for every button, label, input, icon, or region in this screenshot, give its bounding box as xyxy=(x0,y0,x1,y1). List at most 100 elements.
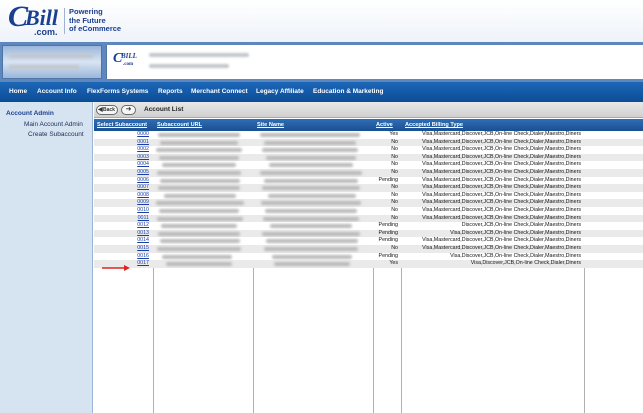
mini-logo-com: .com xyxy=(123,62,134,67)
subaccount-link[interactable]: 0015 xyxy=(94,245,152,253)
subaccount-link[interactable]: 0010 xyxy=(94,207,152,215)
table-row[interactable]: 0017 Yes Visa,Discover,JCB,On-line Check,D… xyxy=(94,260,643,268)
account-info-box xyxy=(2,45,102,79)
subaccount-link[interactable]: 0008 xyxy=(94,192,152,200)
active-status: Pending xyxy=(378,229,398,236)
billing-types: Visa,Mastercard,Discover,JCB,On-line Che… xyxy=(422,176,581,183)
billing-types: Visa,Discover,JCB,On-line Check,Dialer,M… xyxy=(450,229,581,236)
table-row[interactable]: 0005 No Visa,Mastercard,Discover,JCB,On-li… xyxy=(94,169,643,177)
sidebar-item-main-account-admin[interactable]: Main Account Admin xyxy=(24,121,83,128)
subaccount-link[interactable]: 0004 xyxy=(94,161,152,169)
tagline-line-3: of eCommerce xyxy=(69,24,122,33)
billing-types: Visa,Discover,JCB,On-line Check,Dialer,D… xyxy=(470,260,581,267)
redacted-url xyxy=(157,247,241,251)
table-row[interactable]: 0009 No Visa,Mastercard,Discover,JCB,On-li… xyxy=(94,199,643,207)
table-row[interactable]: 0014 Pending Visa,Mastercard,Discover,JCB,… xyxy=(94,237,643,245)
subaccount-link[interactable]: 0000 xyxy=(94,131,152,139)
nav-education-marketing[interactable]: Education & Marketing xyxy=(313,82,383,102)
back-arrow-icon: ◀ xyxy=(98,107,103,113)
table-row[interactable]: 0006 Pending Visa,Mastercard,Discover,JCB,… xyxy=(94,176,643,185)
subaccount-link[interactable]: 0016 xyxy=(94,253,152,261)
redacted-site-name xyxy=(272,254,352,259)
active-status: Pending xyxy=(378,237,398,244)
active-status: No xyxy=(391,214,398,221)
redacted-url xyxy=(162,254,232,259)
redacted-url xyxy=(158,133,240,137)
nav-legacy-affiliate[interactable]: Legacy Affiliate xyxy=(256,82,304,102)
redacted-url xyxy=(166,262,232,267)
subaccount-link[interactable]: 0005 xyxy=(94,169,152,177)
table-row[interactable]: 0000 Yes Visa,Mastercard,Discover,JCB,On-l… xyxy=(94,131,643,139)
column-header-select-subaccount[interactable]: Select Subaccount xyxy=(97,119,154,131)
table-row[interactable]: 0007 No Visa,Mastercard,Discover,JCB,On-li… xyxy=(94,184,643,192)
table-row[interactable]: 0003 No Visa,Mastercard,Discover,JCB,On-li… xyxy=(94,153,643,162)
nav-reports[interactable]: Reports xyxy=(158,82,183,102)
active-status: No xyxy=(391,169,398,175)
sidebar-heading: Account Admin xyxy=(6,110,54,117)
subaccount-link[interactable]: 0011 xyxy=(94,215,152,223)
ccbill-logo[interactable]: C Bill .com. xyxy=(8,0,64,40)
table-row[interactable]: 0015 No Visa,Mastercard,Discover,JCB,On-li… xyxy=(94,245,643,253)
redacted-text xyxy=(149,53,249,57)
redacted-site-name xyxy=(270,224,352,229)
nav-merchant-connect[interactable]: Merchant Connect xyxy=(191,82,248,102)
nav-home[interactable]: Home xyxy=(9,82,27,102)
redacted-url xyxy=(158,186,240,191)
table-row[interactable]: 0002 No Visa,Mastercard,Discover,JCB,On-li… xyxy=(94,146,643,154)
redacted-site-name xyxy=(262,186,360,191)
redacted-url xyxy=(160,140,238,145)
content-area: ◀ Back ➜ Account List Select Subaccount … xyxy=(94,102,643,413)
redacted-site-name xyxy=(264,140,356,145)
active-status: No xyxy=(391,199,398,206)
subaccount-link[interactable]: 0009 xyxy=(94,199,152,207)
back-button[interactable]: ◀ Back xyxy=(96,105,118,115)
subaccount-link[interactable]: 0012 xyxy=(94,222,152,230)
forward-button[interactable]: ➜ xyxy=(121,105,136,115)
subaccount-link[interactable]: 0013 xyxy=(94,230,152,238)
main-nav: Home Account Info FlexForms Systems Repo… xyxy=(0,82,643,102)
redacted-site-name xyxy=(266,155,356,160)
column-header-site-name[interactable]: Site Name xyxy=(257,119,371,131)
redacted-url xyxy=(160,178,240,183)
mini-logo-bill: BILL xyxy=(121,52,137,60)
redacted-site-name xyxy=(260,133,360,137)
table-row[interactable]: 0001 No Visa,Mastercard,Discover,JCB,On-li… xyxy=(94,138,643,147)
billing-types: Discover,JCB,On-line Check,Dialer,Maestr… xyxy=(461,222,581,229)
redacted-url xyxy=(156,201,244,206)
subaccount-link[interactable]: 0002 xyxy=(94,146,152,154)
table-row[interactable]: 0012 Pending Discover,JCB,On-line Check,Di… xyxy=(94,222,643,230)
subaccount-link[interactable]: 0001 xyxy=(94,139,152,147)
page-title: Account List xyxy=(144,106,184,113)
subaccount-link[interactable]: 0006 xyxy=(94,177,152,185)
active-status: Yes xyxy=(389,131,398,137)
brand-tagline: Powering the Future of eCommerce xyxy=(69,7,122,34)
nav-flexforms-systems[interactable]: FlexForms Systems xyxy=(87,82,148,102)
redacted-url xyxy=(162,163,236,168)
table-row[interactable]: 0008 No Visa,Mastercard,Discover,JCB,On-li… xyxy=(94,191,643,200)
sidebar-item-create-subaccount[interactable]: Create Subaccount xyxy=(28,131,84,138)
subaccount-link[interactable]: 0003 xyxy=(94,154,152,162)
table-row[interactable]: 0004 No Visa,Mastercard,Discover,JCB,On-li… xyxy=(94,161,643,169)
table-row[interactable]: 0013 Pending Visa,Discover,JCB,On-line Che… xyxy=(94,229,643,238)
billing-types: Visa,Mastercard,Discover,JCB,On-line Che… xyxy=(422,153,581,160)
billing-types: Visa,Mastercard,Discover,JCB,On-line Che… xyxy=(422,146,581,153)
column-header-active[interactable]: Active xyxy=(376,119,400,131)
redacted-url xyxy=(157,171,241,175)
active-status: No xyxy=(391,207,398,213)
subaccount-link[interactable]: 0007 xyxy=(94,184,152,192)
column-header-subaccount-url[interactable]: Subaccount URL xyxy=(157,119,252,131)
page-root: C Bill .com. Powering the Future of eCom… xyxy=(0,0,643,413)
nav-account-info[interactable]: Account Info xyxy=(37,82,77,102)
logo-divider xyxy=(64,8,65,34)
billing-types: Visa,Mastercard,Discover,JCB,On-line Che… xyxy=(422,245,581,251)
table-row[interactable]: 0016 Pending Visa,Discover,JCB,On-line Che… xyxy=(94,252,643,261)
active-status: No xyxy=(391,161,398,168)
active-status: No xyxy=(391,191,398,198)
table-row[interactable]: 0010 No Visa,Mastercard,Discover,JCB,On-li… xyxy=(94,207,643,215)
table-row[interactable]: 0011 No Visa,Mastercard,Discover,JCB,On-li… xyxy=(94,214,643,223)
account-strip: C BILL .com xyxy=(0,42,643,82)
billing-types: Visa,Mastercard,Discover,JCB,On-line Che… xyxy=(422,161,581,168)
subaccount-link[interactable]: 0014 xyxy=(94,237,152,245)
mini-ccbill-logo: C BILL .com xyxy=(113,51,143,71)
column-header-billing-type[interactable]: Accepted Billing Type xyxy=(405,119,585,131)
